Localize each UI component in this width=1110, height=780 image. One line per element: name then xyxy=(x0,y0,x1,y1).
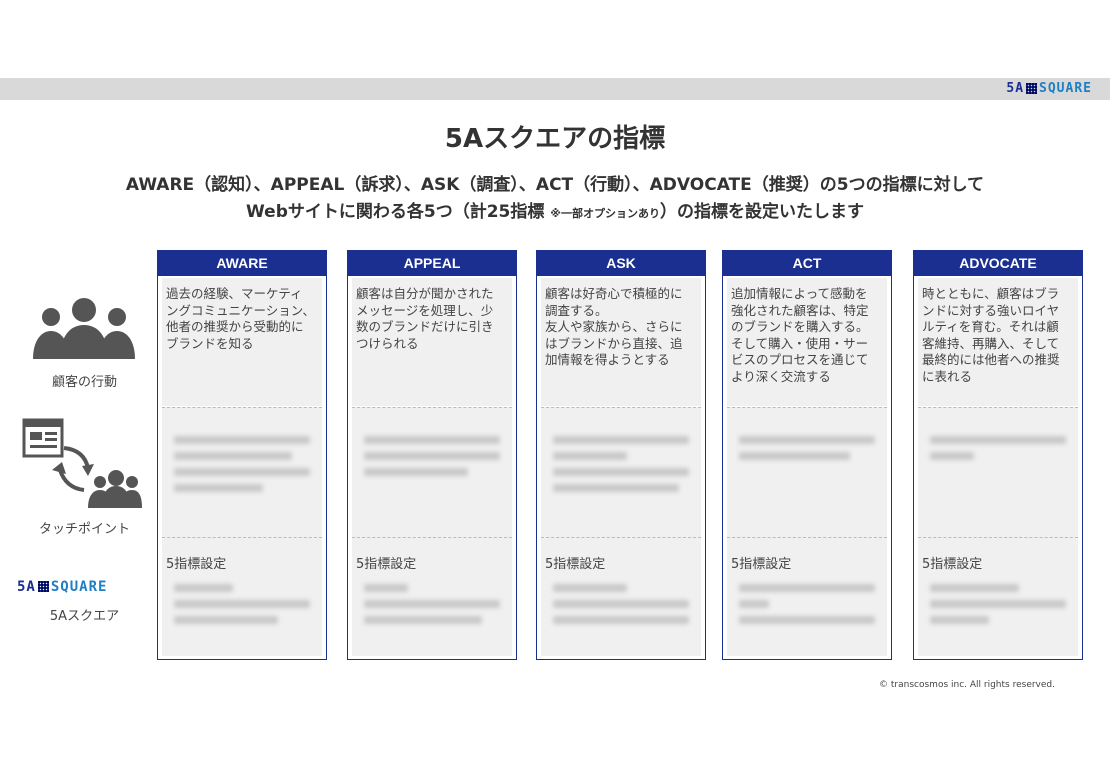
kpi-cell: 5指標設定 xyxy=(541,537,701,656)
column-appeal: APPEAL 顧客は自分が聞かされた メッセージを処理し、少 数のブランドだけに… xyxy=(347,250,517,660)
logo-grid-icon xyxy=(1026,83,1038,94)
column-header: AWARE xyxy=(158,251,326,276)
side-logo-grid-icon xyxy=(37,581,49,592)
subtitle-line1: AWARE（認知）、APPEAL（訴求）、ASK（調査）、ACT（行動）、ADV… xyxy=(125,175,985,195)
logo-square-text: SQUARE xyxy=(1039,81,1092,96)
customer-action-cell: 追加情報によって感動を 強化された顧客は、特定 のブランドを購入する。 そして購… xyxy=(727,278,887,406)
subtitle-note: ※一部オプションあり xyxy=(550,207,660,220)
column-description: 時とともに、顧客はブラ ンドに対する強いロイヤ ルティを育む。それは顧 客維持、… xyxy=(922,286,1060,384)
column-header: ACT xyxy=(723,251,891,276)
side-label-customer-action: 顧客の行動 xyxy=(51,375,117,390)
copyright-text: © transcosmos inc. All rights reserved. xyxy=(879,680,1055,690)
kpi-label: 5指標設定 xyxy=(166,557,227,572)
kpi-label: 5指標設定 xyxy=(731,557,792,572)
blurred-content xyxy=(358,428,506,508)
touchpoint-icon xyxy=(22,418,142,508)
browser-window-icon xyxy=(22,418,64,458)
kpi-label: 5指標設定 xyxy=(922,557,983,572)
kpi-cell: 5指標設定 xyxy=(918,537,1078,656)
column-ask: ASK 顧客は好奇心で積極的に 調査する。 友人や家族から、さらに はブランドか… xyxy=(536,250,706,660)
subtitle-line2-a: Webサイトに関わる各5つ（計25指標 xyxy=(246,202,551,222)
customer-action-cell: 顧客は自分が聞かされた メッセージを処理し、少 数のブランドだけに引き つけられ… xyxy=(352,278,512,406)
blurred-kpi-content xyxy=(733,576,881,638)
touchpoint-cell xyxy=(918,407,1078,537)
blurred-content xyxy=(547,428,695,508)
touchpoint-cell xyxy=(162,407,322,537)
column-description: 過去の経験、マーケティ ングコミュニケーション、 他者の推奨から受動的に ブラン… xyxy=(166,286,316,351)
kpi-label: 5指標設定 xyxy=(356,557,417,572)
column-aware: AWARE 過去の経験、マーケティ ングコミュニケーション、 他者の推奨から受動… xyxy=(157,250,327,660)
blurred-content xyxy=(168,428,316,508)
touchpoint-cell xyxy=(541,407,701,537)
top-bar: 5A SQUARE xyxy=(0,78,1110,100)
people-group-icon xyxy=(33,298,135,359)
blurred-content xyxy=(733,428,881,508)
side-brand-logo: 5A SQUARE xyxy=(17,576,107,595)
kpi-cell: 5指標設定 xyxy=(352,537,512,656)
column-header: ADVOCATE xyxy=(914,251,1082,276)
side-logo-square: SQUARE xyxy=(50,579,108,595)
customer-action-cell: 時とともに、顧客はブラ ンドに対する強いロイヤ ルティを育む。それは顧 客維持、… xyxy=(918,278,1078,406)
column-header: ASK xyxy=(537,251,705,276)
subtitle-line2-b: ）の指標を設定いたします xyxy=(659,202,864,222)
touchpoint-cell xyxy=(352,407,512,537)
column-description: 顧客は好奇心で積極的に 調査する。 友人や家族から、さらに はブランドから直接、… xyxy=(545,286,683,367)
customer-action-cell: 過去の経験、マーケティ ングコミュニケーション、 他者の推奨から受動的に ブラン… xyxy=(162,278,322,406)
kpi-label: 5指標設定 xyxy=(545,557,606,572)
touchpoint-cell xyxy=(727,407,887,537)
subtitle-line2: Webサイトに関わる各5つ（計25指標 ※一部オプションあり）の指標を設定いたし… xyxy=(0,197,1110,222)
people-small-icon xyxy=(88,470,142,508)
side-label-touchpoint: タッチポイント xyxy=(38,522,130,537)
blurred-kpi-content xyxy=(924,576,1072,638)
page-title: 5Aスクエアの指標 xyxy=(444,124,666,154)
column-description: 顧客は自分が聞かされた メッセージを処理し、少 数のブランドだけに引き つけられ… xyxy=(356,286,494,351)
column-advocate: ADVOCATE 時とともに、顧客はブラ ンドに対する強いロイヤ ルティを育む。… xyxy=(913,250,1083,660)
column-act: ACT 追加情報によって感動を 強化された顧客は、特定 のブランドを購入する。 … xyxy=(722,250,892,660)
side-logo-5a: 5A xyxy=(17,579,36,595)
kpi-cell: 5指標設定 xyxy=(727,537,887,656)
column-description: 追加情報によって感動を 強化された顧客は、特定 のブランドを購入する。 そして購… xyxy=(731,286,869,384)
blurred-content xyxy=(924,428,1072,508)
kpi-cell: 5指標設定 xyxy=(162,537,322,656)
side-label-5a-square: 5Aスクエア xyxy=(49,609,120,624)
column-header: APPEAL xyxy=(348,251,516,276)
customer-action-cell: 顧客は好奇心で積極的に 調査する。 友人や家族から、さらに はブランドから直接、… xyxy=(541,278,701,406)
blurred-kpi-content xyxy=(547,576,695,638)
blurred-kpi-content xyxy=(168,576,316,638)
brand-logo: 5A SQUARE xyxy=(1006,81,1092,96)
blurred-kpi-content xyxy=(358,576,506,638)
logo-5a-text: 5A xyxy=(1006,81,1025,96)
